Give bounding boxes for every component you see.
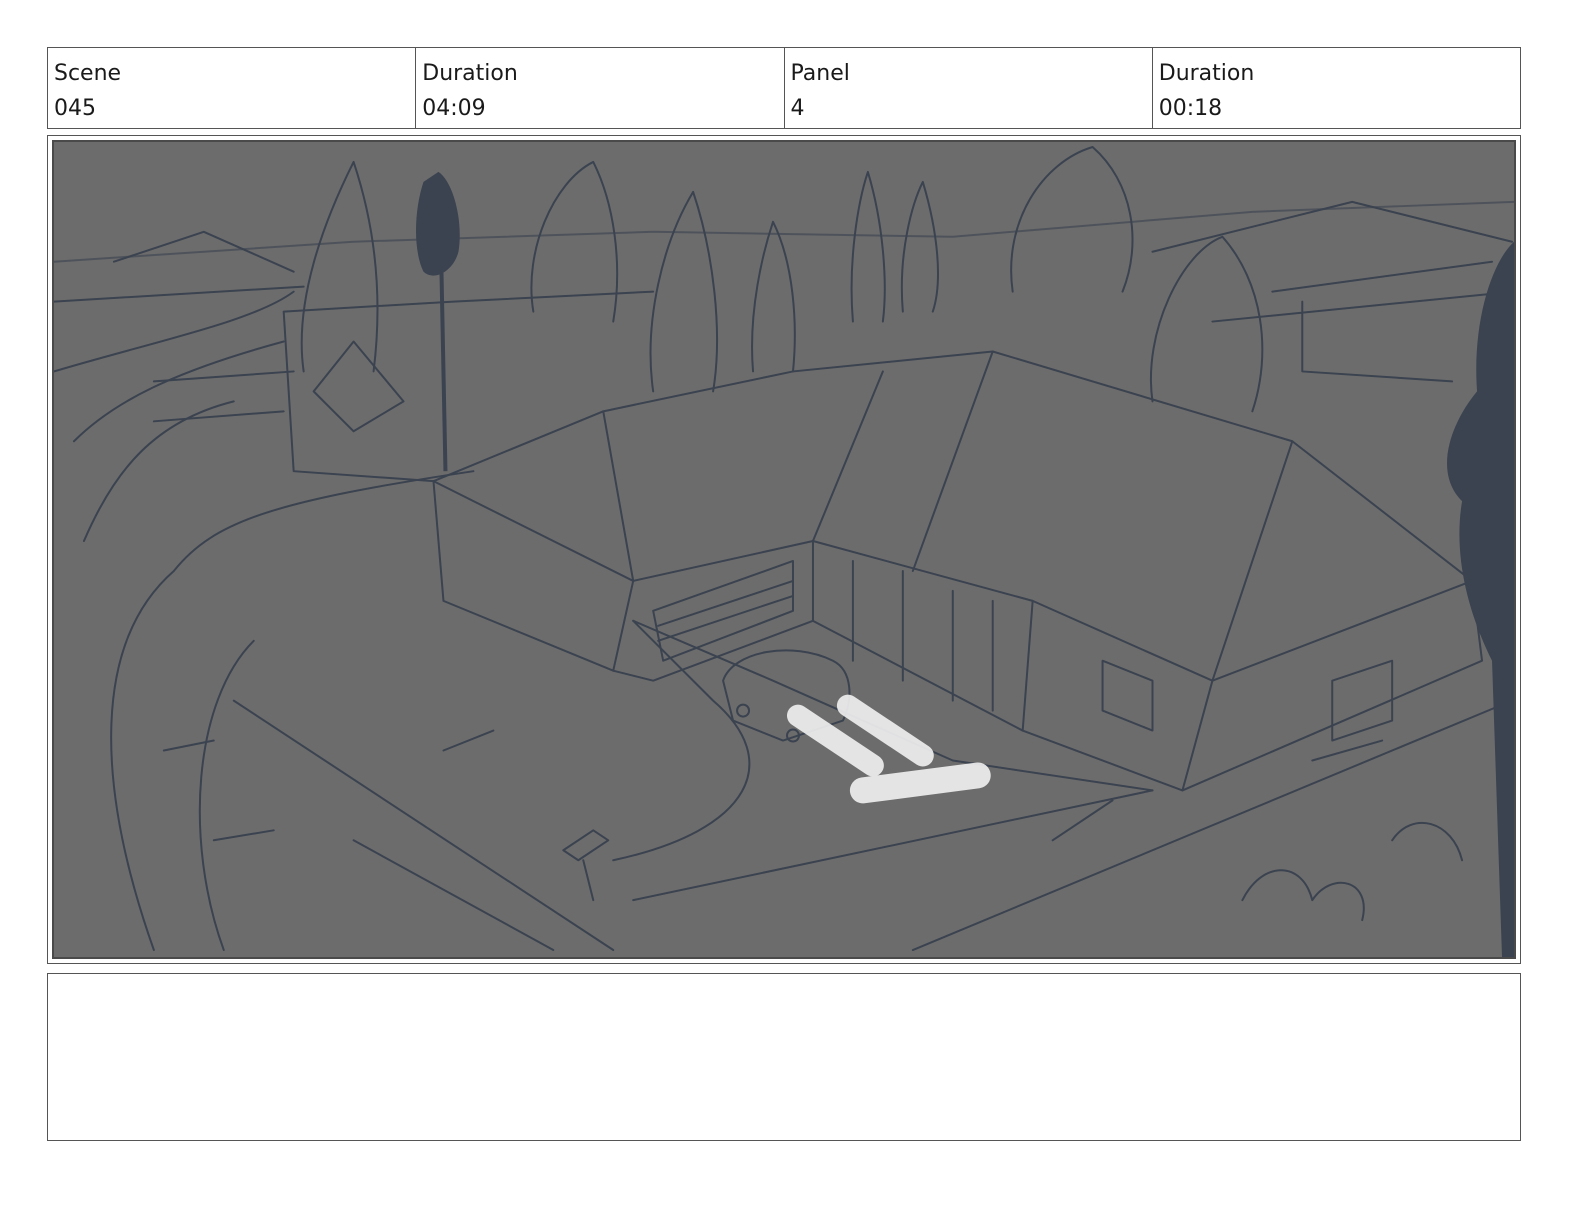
scene-cell: Scene 045: [48, 48, 417, 128]
storyboard-header: Scene 045 Duration 04:09 Panel 4 Duratio…: [47, 47, 1521, 129]
scene-duration-label: Duration: [422, 61, 518, 86]
scene-number: 045: [54, 96, 96, 121]
panel-cell: Panel 4: [785, 48, 1153, 128]
panel-number: 4: [790, 96, 805, 121]
panel-duration-label: Duration: [1158, 61, 1255, 86]
scene-duration-value: 04:09: [422, 96, 486, 121]
storyboard-panel-frame: [47, 135, 1521, 964]
scene-label: Scene: [54, 61, 122, 86]
panel-notes-box: [47, 973, 1521, 1141]
panel-duration-value: 00:18: [1158, 96, 1223, 121]
panel-label: Panel: [790, 61, 850, 86]
storyboard-sketch: [52, 140, 1516, 959]
house-sketch-drawing: [54, 145, 1514, 957]
scene-duration-cell: Duration 04:09: [416, 48, 785, 128]
panel-duration-cell: Duration 00:18: [1153, 48, 1520, 128]
